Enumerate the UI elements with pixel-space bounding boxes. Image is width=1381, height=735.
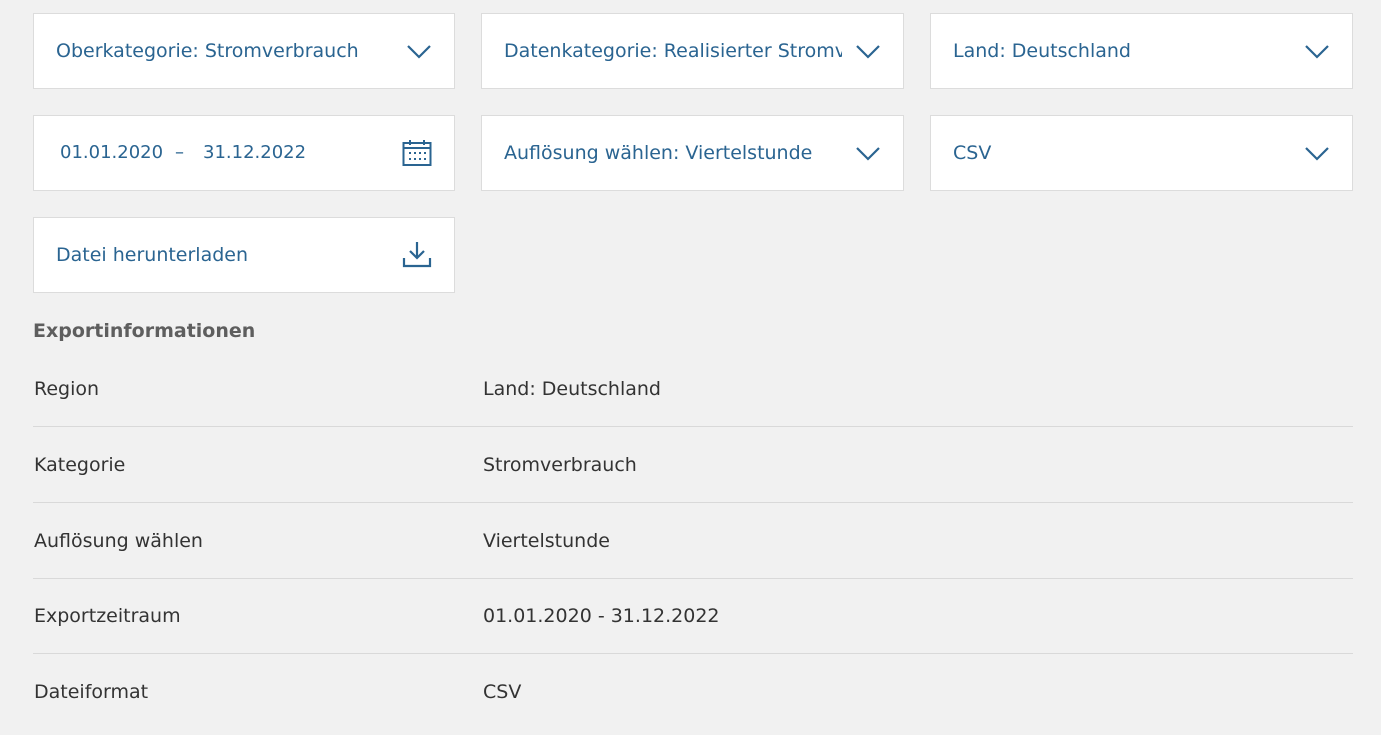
export-info-row: Kategorie Stromverbrauch <box>33 428 1353 503</box>
export-info-value: CSV <box>483 681 522 703</box>
export-info-row: Exportzeitraum 01.01.2020 - 31.12.2022 <box>33 579 1353 654</box>
land-dropdown[interactable]: Land: Deutschland <box>930 13 1353 89</box>
export-info-key: Dateiformat <box>34 681 149 703</box>
export-info-row: Dateiformat CSV <box>33 655 1353 730</box>
export-info-title: Exportinformationen <box>33 320 256 342</box>
aufloesung-label: Auflösung wählen: Viertelstunde <box>504 142 813 164</box>
format-dropdown[interactable]: CSV <box>930 115 1353 191</box>
export-info-value: Land: Deutschland <box>483 378 661 400</box>
date-range-picker[interactable]: 01.01.2020 – 31.12.2022 <box>33 115 455 191</box>
aufloesung-dropdown[interactable]: Auflösung wählen: Viertelstunde <box>481 115 904 191</box>
download-icon <box>402 242 432 268</box>
download-label: Datei herunterladen <box>56 244 249 266</box>
calendar-icon[interactable] <box>402 139 432 167</box>
format-label: CSV <box>953 142 992 164</box>
export-info-value: 01.01.2020 - 31.12.2022 <box>483 605 720 627</box>
chevron-down-icon <box>1305 45 1329 59</box>
datenkategorie-dropdown[interactable]: Datenkategorie: Realisierter Stromverbra… <box>481 13 904 89</box>
chevron-down-icon <box>856 147 880 161</box>
date-separator: – <box>175 142 184 163</box>
chevron-down-icon <box>407 45 431 59</box>
chevron-down-icon <box>1305 147 1329 161</box>
export-info-key: Exportzeitraum <box>34 605 181 627</box>
oberkategorie-dropdown[interactable]: Oberkategorie: Stromverbrauch <box>33 13 455 89</box>
oberkategorie-label: Oberkategorie: Stromverbrauch <box>56 40 359 62</box>
export-info-key: Kategorie <box>34 454 126 476</box>
land-label: Land: Deutschland <box>953 40 1131 62</box>
export-info-key: Auflösung wählen <box>34 530 203 552</box>
export-info-value: Viertelstunde <box>483 530 610 552</box>
date-to[interactable]: 31.12.2022 <box>203 116 306 190</box>
datenkategorie-label: Datenkategorie: Realisierter Stromverbra… <box>504 40 842 62</box>
export-info-value: Stromverbrauch <box>483 454 637 476</box>
export-info-row: Auflösung wählen Viertelstunde <box>33 504 1353 579</box>
date-from[interactable]: 01.01.2020 <box>60 116 163 190</box>
chevron-down-icon <box>856 45 880 59</box>
export-info-key: Region <box>34 378 100 400</box>
download-button[interactable]: Datei herunterladen <box>33 217 455 293</box>
export-info-row: Region Land: Deutschland <box>33 352 1353 427</box>
